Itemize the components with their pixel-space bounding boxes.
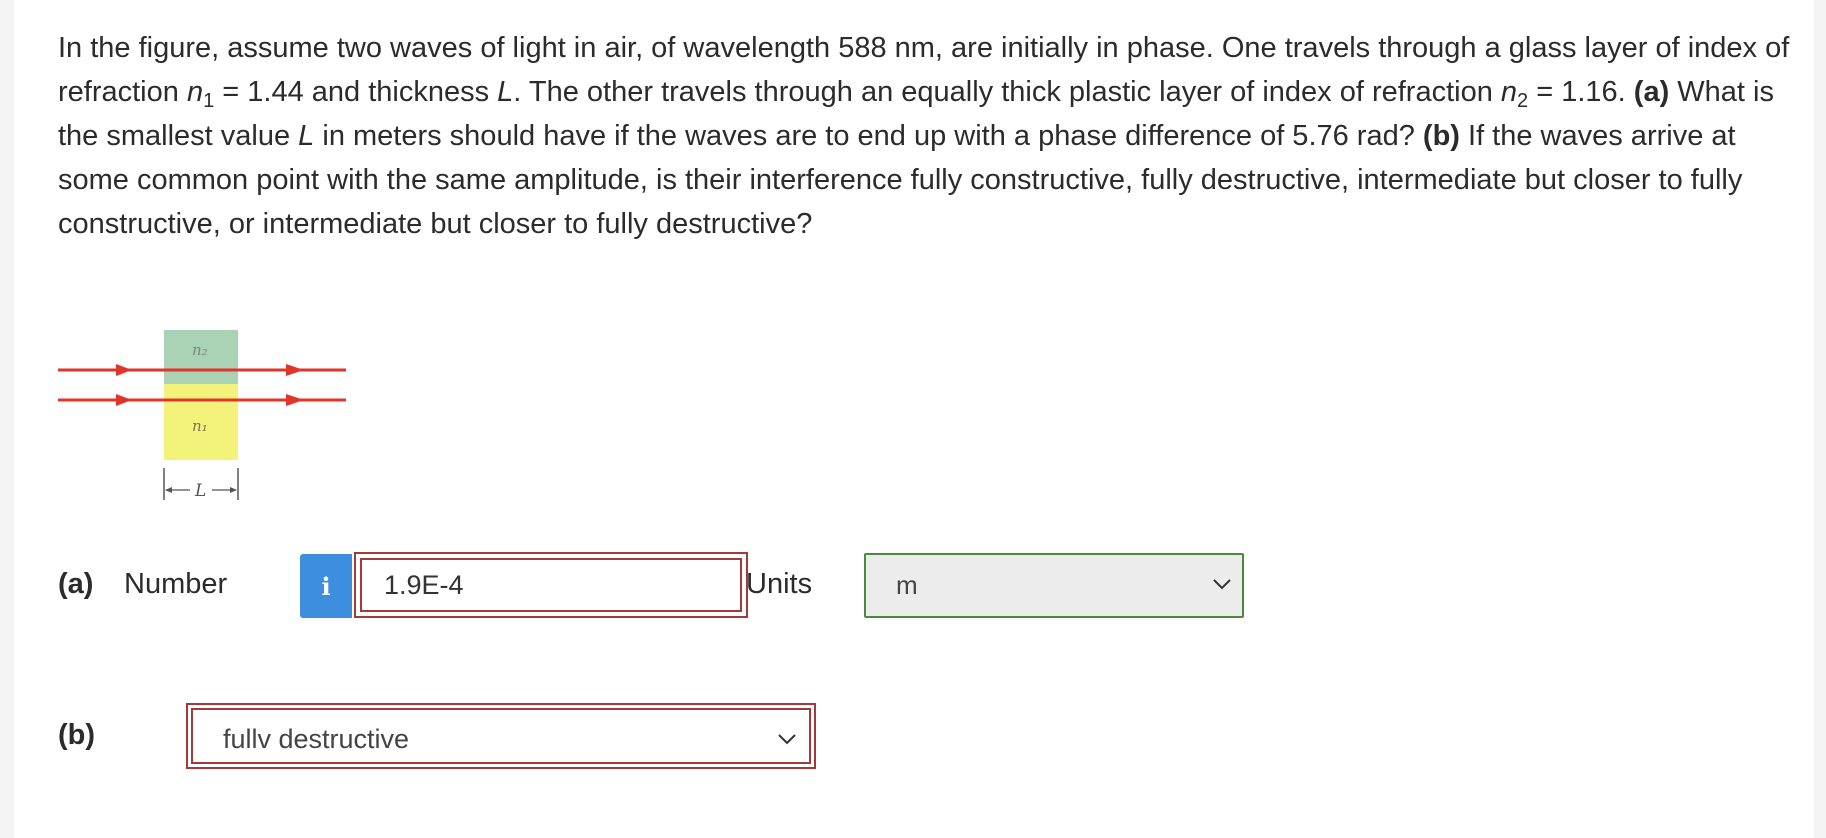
n2-label: n₂ [192,341,208,359]
chevron-down-icon [778,734,796,745]
interference-select[interactable]: fullv destructive [186,703,816,769]
question-text: In the figure, assume two waves of light… [58,32,1790,240]
arrow-bottom-in [116,394,132,406]
units-selected-value: m [896,570,918,600]
units-select[interactable]: m [864,553,1244,618]
units-label: Units [746,568,813,600]
arrow-top-out [286,364,304,376]
L-label: L [194,481,206,501]
n1-label: n₁ [192,417,208,435]
refraction-diagram: n₂ n₁ L [58,330,346,501]
answer-number-value[interactable]: 1.9E-4 [360,558,742,612]
arrow-top-in [116,364,132,376]
number-label: Number [124,568,228,600]
interference-select-box[interactable]: fullv destructive [191,708,811,764]
part-b-tag: (b) [58,719,96,751]
L-arrow-right [230,487,237,493]
refraction-figure: n₂ n₁ L [54,330,354,515]
part-a-tag: (a) [58,568,94,600]
answer-number-input[interactable]: 1.9E-4 [354,552,748,618]
info-icon[interactable]: i [300,554,352,618]
part-a-row: (a) Number i 1.9E-4 Units m [58,552,1258,618]
L-arrow-left [165,487,172,493]
arrow-bottom-out [286,394,304,406]
interference-selected-value: fullv destructive [223,724,410,754]
part-b-row: (b) fullv destructive [58,703,858,769]
chevron-down-icon [1213,579,1231,590]
question-card: In the figure, assume two waves of light… [14,0,1814,838]
